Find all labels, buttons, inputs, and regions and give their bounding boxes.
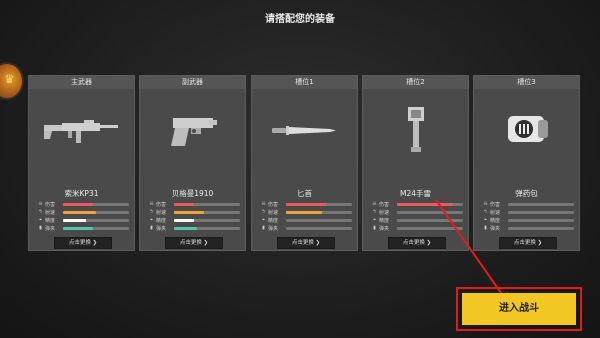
enter-battle-highlight: 进入战斗 — [456, 287, 582, 331]
enter-battle-button[interactable]: 进入战斗 — [462, 293, 576, 325]
